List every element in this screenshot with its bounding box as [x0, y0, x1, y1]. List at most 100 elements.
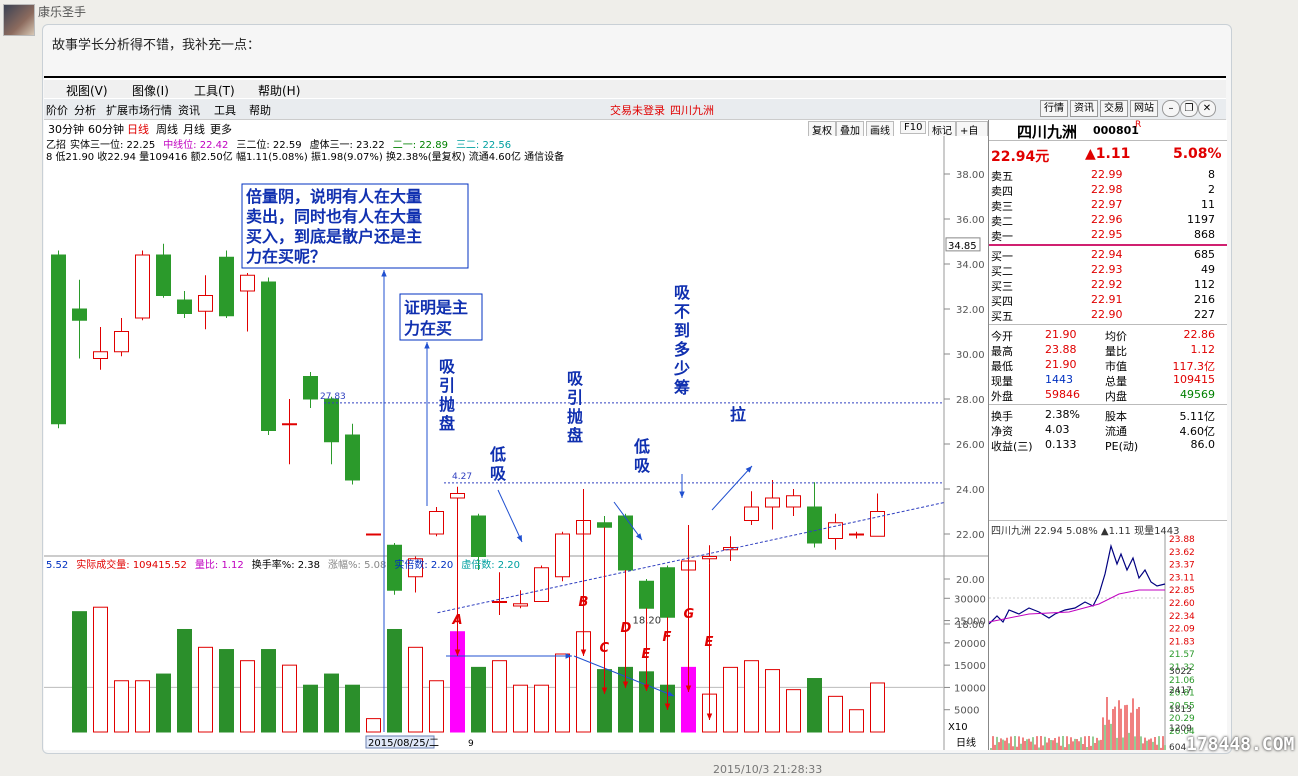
vol-item: 涨幅%: 5.08: [328, 558, 386, 571]
price-tick-label: 26.00: [956, 440, 985, 451]
quote-cell: 21.90: [1045, 328, 1077, 341]
quote-cell: 今开: [991, 330, 1013, 343]
candle-body: [660, 567, 675, 618]
arrow-head: [381, 270, 387, 277]
quote-flag: R: [1135, 120, 1142, 130]
toolbar-tools[interactable]: 工具: [214, 102, 236, 118]
annotation-text: 卖出，同时也有人在大量: [246, 207, 422, 226]
toolbar-ext-market[interactable]: 扩展市场行情: [106, 102, 172, 118]
mini-price-label: 22.09: [1169, 625, 1195, 635]
close-icon[interactable]: ✕: [1198, 100, 1216, 117]
stock-name-title: 四川九洲: [670, 104, 714, 117]
candle-body: [870, 511, 885, 537]
level-label: 4.27: [452, 472, 472, 482]
quote-cell: 流通: [1105, 425, 1127, 438]
date-label-2: 9: [468, 739, 474, 749]
site-watermark: 178448.COM: [1186, 734, 1295, 755]
quote-change: ▲1.11: [1085, 146, 1131, 162]
mini-price-label: 23.37: [1169, 561, 1195, 571]
volume-bar: [429, 680, 444, 733]
stat-row: 收益(三) 0.133 PE(动) 86.0: [989, 438, 1219, 453]
candle-body: [240, 274, 255, 292]
quote-cell: 109415: [1173, 373, 1215, 386]
quote-cell: 外盘: [991, 390, 1013, 403]
minimize-icon[interactable]: –: [1162, 100, 1180, 117]
mini-price-label: 21.83: [1169, 637, 1195, 647]
tab-daily[interactable]: 日线: [127, 121, 149, 137]
ask-row: 卖五 22.99 8: [989, 168, 1219, 183]
quote-cell: 0.133: [1045, 438, 1077, 451]
menu-image[interactable]: 图像(I): [132, 82, 169, 99]
menu-tools[interactable]: 工具(T): [194, 82, 235, 99]
trade-button[interactable]: 交易: [1100, 100, 1128, 117]
quote-cell: 112: [1194, 278, 1215, 291]
candle-body: [492, 601, 507, 603]
annotation-text: 到: [674, 321, 690, 340]
quote-cell: 49: [1201, 263, 1215, 276]
annotation-text: 力在买: [404, 319, 452, 338]
comment-text: 故事学长分析得不错，我补充一点：: [52, 38, 261, 53]
quote-cell: 卖四: [991, 185, 1013, 198]
menu-view[interactable]: 视图(V): [66, 82, 108, 99]
mini-price-label: 22.60: [1169, 599, 1195, 609]
mini-vol-label: 604: [1169, 743, 1186, 750]
candle-body: [135, 254, 150, 319]
volume-bar: [786, 689, 801, 733]
ask-row: 卖三 22.97 11: [989, 198, 1219, 213]
annotation-text: 吸: [567, 369, 584, 388]
intraday-mini-chart[interactable]: 23.88 23.62 23.37 23.11 22.85 22.60 22.34 22.09…: [989, 534, 1227, 750]
period-bar: 30分钟 60分钟 日线 周线 月线 更多 复权 叠加 画线 F10 标记 +自…: [44, 120, 988, 153]
price-tick-label: 20.00: [956, 575, 985, 586]
quote-cell: PE(动): [1105, 440, 1139, 453]
quote-cell: 收益(三): [991, 440, 1033, 453]
quote-title: 四川九洲 000801 R: [989, 120, 1227, 141]
mini-price-label: 21.57: [1169, 650, 1195, 660]
candle-body: [702, 556, 717, 560]
quote-cell: 2: [1208, 183, 1215, 196]
mini-vol-label: 1209: [1169, 724, 1192, 734]
annotation-text: 少: [673, 359, 690, 378]
quotes-button[interactable]: 行情: [1040, 100, 1068, 117]
ask-row: 卖一 22.95 868: [989, 228, 1219, 243]
news-button[interactable]: 资讯: [1070, 100, 1098, 117]
restore-icon[interactable]: ❐: [1180, 100, 1198, 117]
tab-weekly[interactable]: 周线: [156, 121, 178, 137]
tab-60min[interactable]: 60分钟: [88, 121, 124, 137]
tab-30min[interactable]: 30分钟: [48, 121, 84, 137]
toolbar-help[interactable]: 帮助: [249, 102, 271, 118]
vol-item: 虚倍数: 2.20: [461, 558, 520, 571]
quote-code: 000801: [1093, 124, 1139, 137]
toolbar-analysis[interactable]: 分析: [74, 102, 96, 118]
price-tick-label: 28.00: [956, 395, 985, 406]
tab-monthly[interactable]: 月线: [183, 121, 205, 137]
tab-more[interactable]: 更多: [210, 121, 232, 137]
avatar[interactable]: [3, 4, 35, 36]
mini-chart-header: 四川九洲 22.94 5.08% ▲1.11 现量1443: [989, 520, 1227, 537]
main-chart[interactable]: 乙招 实体三一位: 22.25 中线位: 22.42 三二位: 22.59 虚体三一:…: [44, 136, 988, 750]
price-tick-label: 24.00: [956, 485, 985, 496]
ask-row: 卖四 22.98 2: [989, 183, 1219, 198]
mini-vol-label: 3022: [1169, 667, 1192, 677]
f10-button[interactable]: F10: [900, 121, 927, 134]
username[interactable]: 康乐圣手: [38, 3, 86, 20]
volume-bar: [93, 606, 108, 733]
website-button[interactable]: 网站: [1130, 100, 1158, 117]
vol-item: 量比: 1.12: [195, 559, 244, 571]
quote-cell: 86.0: [1190, 438, 1216, 451]
toolbar-price[interactable]: 阶价: [46, 102, 68, 118]
quote-cell: 最低: [991, 360, 1013, 373]
menu-help[interactable]: 帮助(H): [258, 82, 300, 99]
candle-body: [639, 580, 654, 609]
price-tick-label: 36.00: [956, 215, 985, 226]
kline-svg[interactable]: 乙招 实体三一位: 22.25 中线位: 22.42 三二位: 22.59 虚体三一:…: [44, 136, 988, 750]
price-tick-label: 38.00: [956, 170, 985, 181]
annotation-text: 低: [489, 445, 506, 464]
period-label: 日线: [956, 736, 976, 749]
stat-row: 净资 4.03 流通 4.60亿: [989, 423, 1219, 438]
candle-body: [219, 256, 234, 317]
toolbar-news[interactable]: 资讯: [178, 102, 200, 118]
candle-body: [807, 506, 822, 544]
quote-cell: 卖二: [991, 215, 1013, 228]
quote-cell: 市值: [1105, 360, 1127, 373]
candle-body: [303, 376, 318, 400]
